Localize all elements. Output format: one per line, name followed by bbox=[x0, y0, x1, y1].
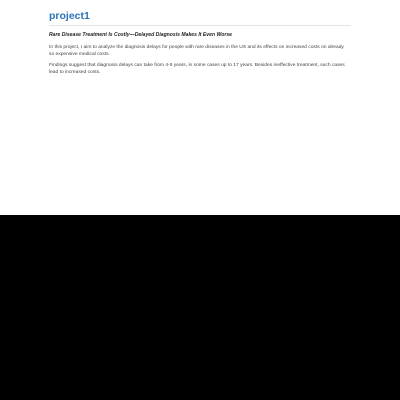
header-divider bbox=[49, 25, 351, 26]
post-paragraph-2: Findings suggest that diagnosis delays c… bbox=[49, 63, 345, 75]
empty-black-area bbox=[0, 215, 400, 400]
site-title-link[interactable]: project1 bbox=[49, 0, 351, 23]
post-title: Rare Disease Treatment Is Costly—Delayed… bbox=[49, 32, 232, 38]
post-paragraph-1: In this project, I aim to analyze the di… bbox=[49, 45, 344, 57]
main-content: project1 Rare Disease Treatment Is Costl… bbox=[49, 0, 351, 76]
page-content-area: project1 Rare Disease Treatment Is Costl… bbox=[0, 0, 400, 215]
